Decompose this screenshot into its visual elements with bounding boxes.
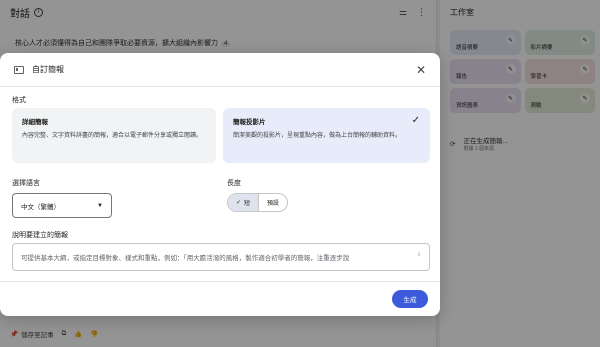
describe-placeholder: 可提供基本大綱，或指定目標對象、樣式和重點，例如：「用大膽活潑的風格，製作適合初… xyxy=(21,255,350,262)
slides-icon xyxy=(14,65,24,74)
language-select[interactable]: 中文（繁體） ▼ xyxy=(12,193,112,218)
customize-slides-dialog: 自訂簡報 ✕ 格式 詳細簡報 內容完整、文字資料詳盡的簡報，適合以電子郵件分享或… xyxy=(0,53,440,316)
format-option-slides[interactable]: 簡報投影片 簡潔美觀的投影片，呈現重點內容，做為上台簡報的輔助資料。 ✓ xyxy=(223,108,430,163)
scroll-arrows-icon: ⇳ xyxy=(416,252,421,258)
check-icon: ✓ xyxy=(411,115,420,126)
format-desc: 簡潔美觀的投影片，呈現重點內容，做為上台簡報的輔助資料。 xyxy=(233,133,402,139)
format-name: 詳細簡報 xyxy=(22,119,48,126)
check-icon: ✓ xyxy=(236,200,242,206)
close-icon[interactable]: ✕ xyxy=(416,64,426,76)
dialog-title: 自訂簡報 xyxy=(32,65,64,74)
language-label: 選擇語言 xyxy=(12,180,40,187)
length-option-short[interactable]: ✓ 短 xyxy=(228,194,260,211)
describe-label: 說明要建立的簡報 xyxy=(12,232,68,239)
length-option-default[interactable]: 預設 xyxy=(259,194,287,211)
dialog-header: 自訂簡報 ✕ xyxy=(0,53,440,87)
chevron-down-icon: ▼ xyxy=(97,202,103,209)
language-value: 中文（繁體） xyxy=(21,203,60,211)
length-option-label: 預設 xyxy=(267,201,280,207)
length-option-label: 短 xyxy=(244,201,251,207)
describe-input[interactable]: 可提供基本大綱，或指定目標對象、樣式和重點，例如：「用大膽活潑的風格，製作適合初… xyxy=(12,243,430,271)
length-toggle-group: ✓ 短 預設 xyxy=(227,193,289,212)
format-label: 格式 xyxy=(12,97,26,104)
format-name: 簡報投影片 xyxy=(233,119,266,126)
format-option-detailed[interactable]: 詳細簡報 內容完整、文字資料詳盡的簡報，適合以電子郵件分享或獨立閱讀。 xyxy=(12,108,216,163)
format-desc: 內容完整、文字資料詳盡的簡報，適合以電子郵件分享或獨立閱讀。 xyxy=(22,133,203,139)
length-label: 長度 xyxy=(227,180,241,187)
generate-button[interactable]: 生成 xyxy=(392,290,428,308)
divider xyxy=(0,281,440,282)
